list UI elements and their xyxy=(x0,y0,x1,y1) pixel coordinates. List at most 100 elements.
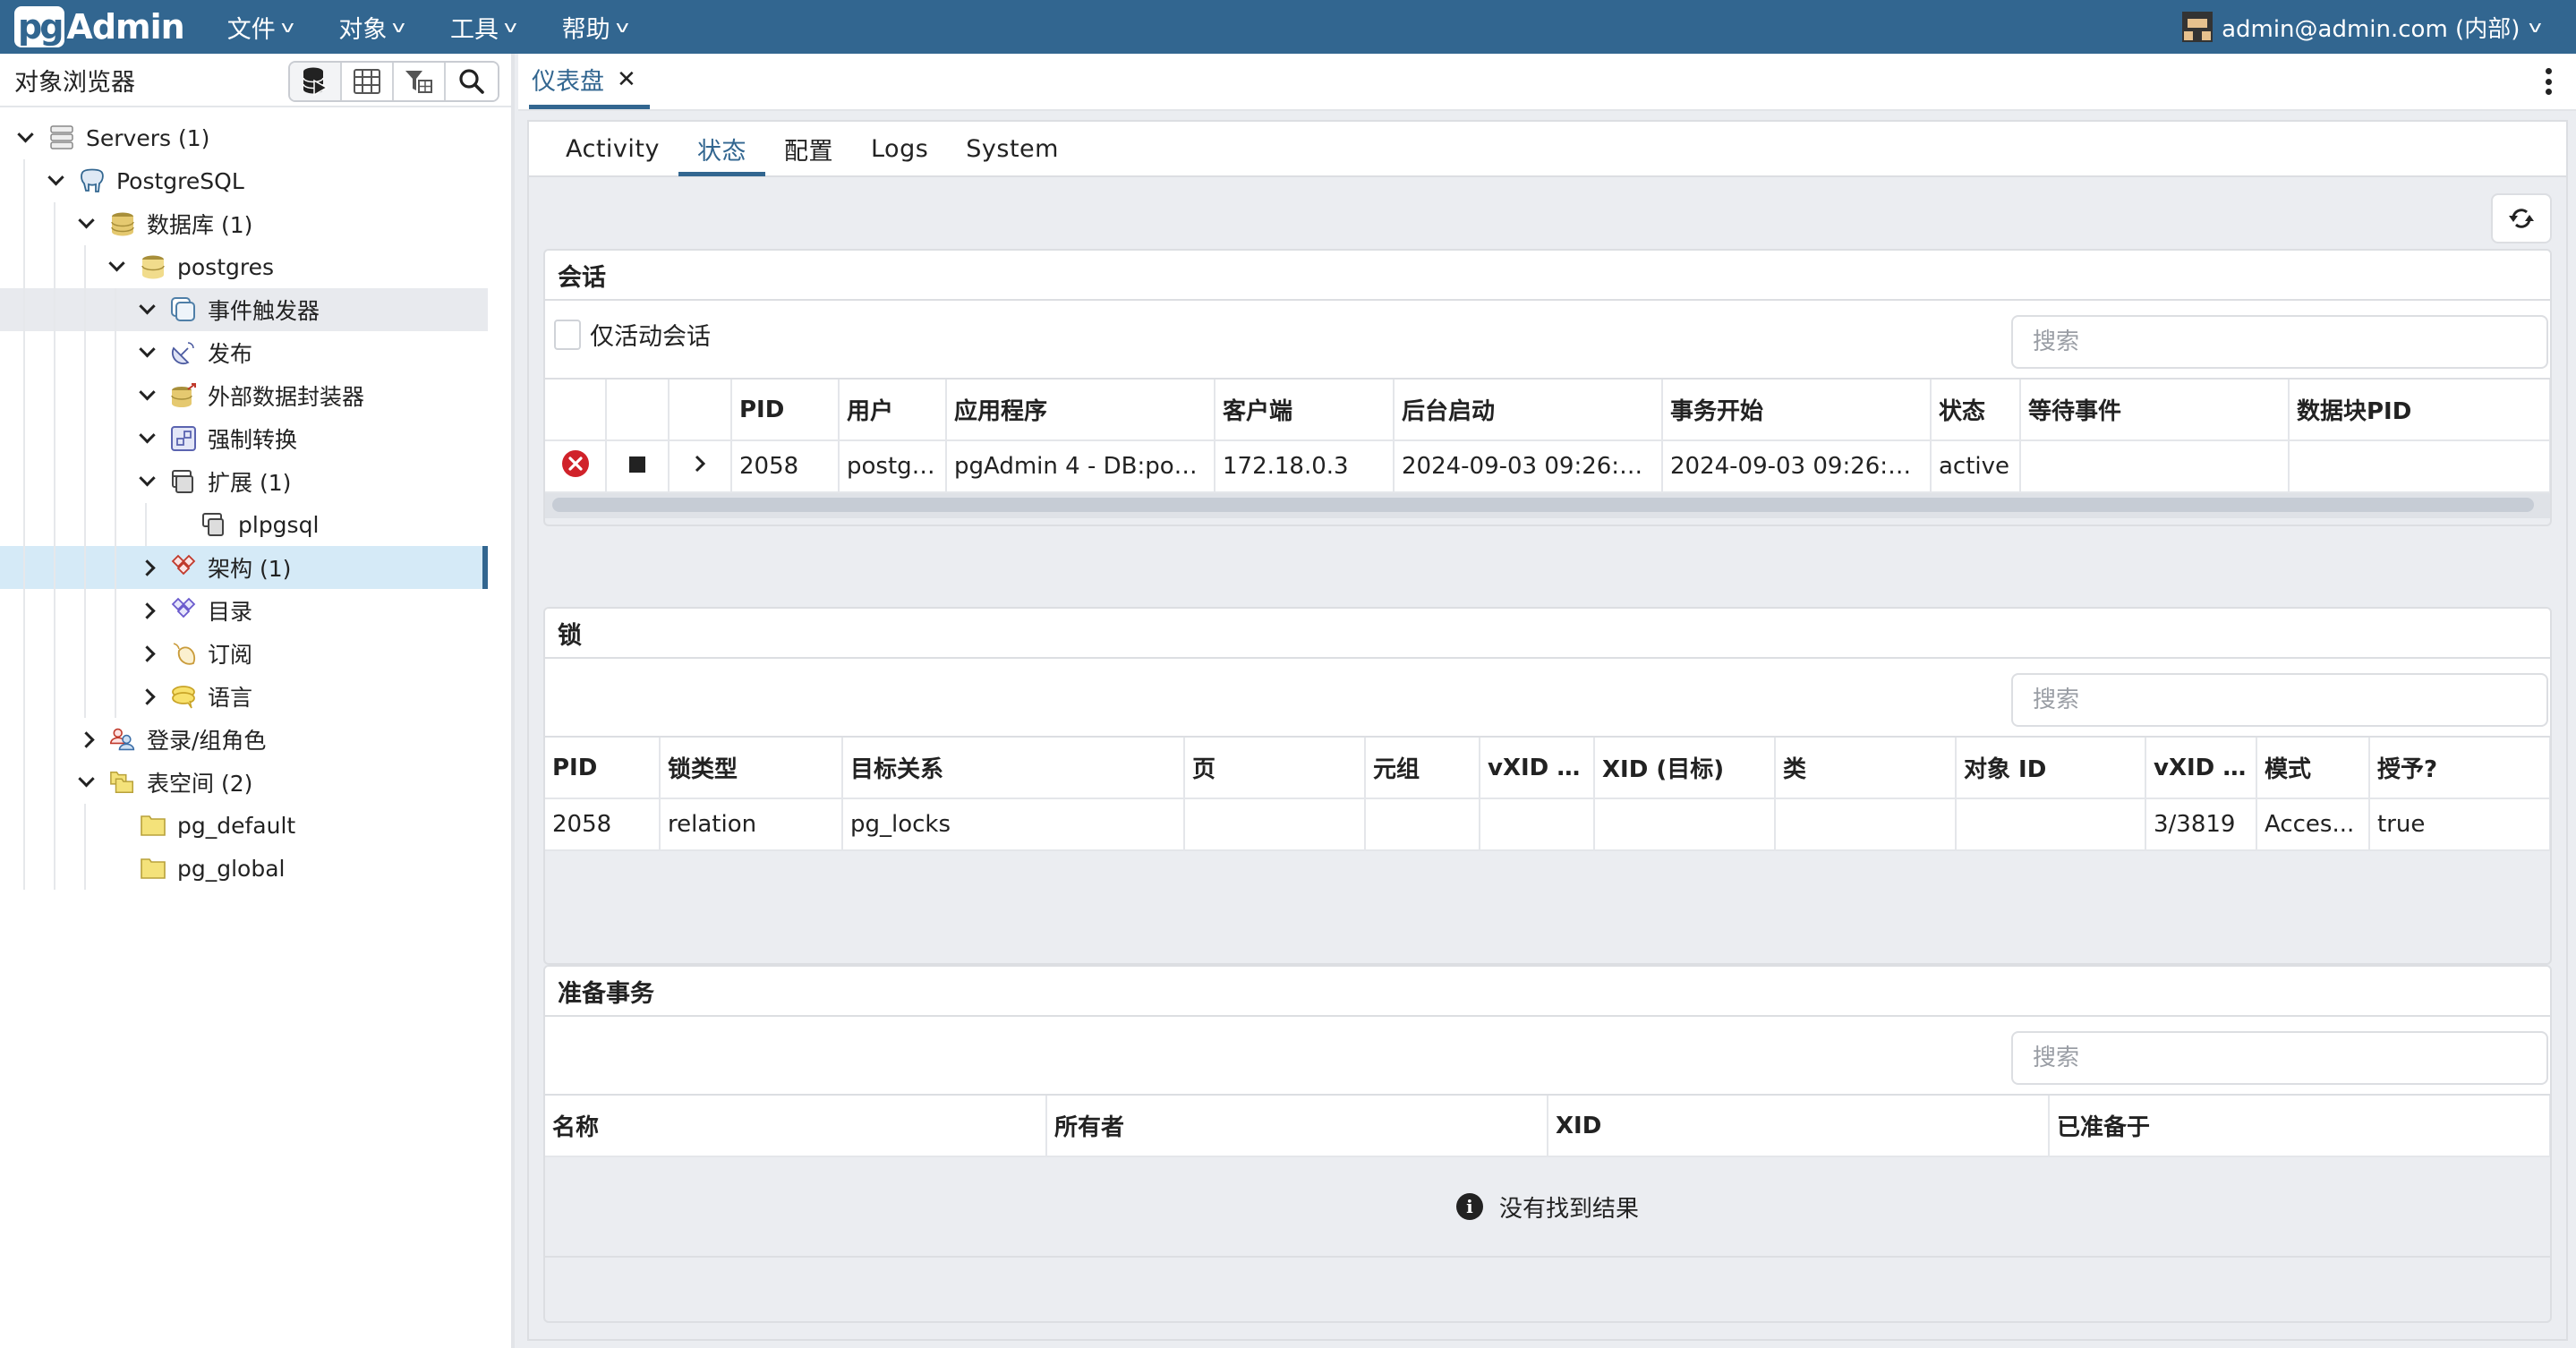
chevron-right-icon[interactable] xyxy=(136,600,158,621)
chevron-down-icon[interactable] xyxy=(106,256,127,277)
tree-item[interactable]: 架构 (1) xyxy=(0,546,488,589)
cancel-query-cell[interactable] xyxy=(606,440,670,493)
chevron-down-icon[interactable] xyxy=(45,170,66,192)
column-header[interactable]: 类 xyxy=(1775,738,1957,799)
tree-item[interactable]: 外部数据封装器 xyxy=(0,374,488,417)
column-header[interactable]: vXID (... xyxy=(1480,738,1595,799)
column-header[interactable]: 等待事件 xyxy=(2020,380,2290,441)
active-sessions-checkbox[interactable] xyxy=(554,319,581,350)
locks-search-input[interactable] xyxy=(2011,673,2548,727)
tree-item[interactable]: 数据库 (1) xyxy=(0,202,488,245)
terminate-session-icon[interactable] xyxy=(561,449,590,478)
column-header[interactable]: 应用程序 xyxy=(946,380,1215,441)
prepared-search-input[interactable] xyxy=(2011,1031,2548,1085)
tab-dashboard[interactable]: 仪表盘 ✕ xyxy=(529,54,650,109)
chevron-down-icon[interactable] xyxy=(136,385,158,406)
more-options-icon[interactable] xyxy=(2546,68,2553,95)
chevron-down-icon[interactable] xyxy=(136,342,158,363)
column-header[interactable]: XID (目标) xyxy=(1594,738,1776,799)
tree-item[interactable]: pg_default xyxy=(0,804,488,847)
chevron-right-icon[interactable] xyxy=(136,557,158,578)
column-header[interactable]: PID xyxy=(545,738,661,799)
subtab-activity[interactable]: Activity xyxy=(547,122,678,175)
chevron-right-icon[interactable] xyxy=(75,729,97,750)
tree-item[interactable]: 强制转换 xyxy=(0,417,488,460)
sessions-header-row: PID 用户 应用程序 客户端 后台启动 事务开始 状态 等待事件 数据块PID xyxy=(545,380,2550,441)
tree-item[interactable]: 事件触发器 xyxy=(0,288,488,331)
search-objects-button[interactable] xyxy=(446,63,498,100)
view-data-button[interactable] xyxy=(342,63,394,100)
tree-item[interactable]: 语言 xyxy=(0,675,488,718)
column-header[interactable]: 授予? xyxy=(2369,738,2550,799)
tree-item[interactable]: postgres xyxy=(0,245,488,288)
menu-help[interactable]: 帮助 v xyxy=(562,10,629,45)
tree-item[interactable]: 发布 xyxy=(0,331,488,374)
tree-item[interactable]: 目录 xyxy=(0,589,488,632)
column-header[interactable]: 后台启动 xyxy=(1394,380,1663,441)
tablespace-icon xyxy=(140,812,166,839)
tree-item[interactable]: plpgsql xyxy=(0,503,488,546)
terminate-session-cell[interactable] xyxy=(545,440,607,493)
chevron-right-icon[interactable] xyxy=(693,454,707,474)
chevron-down-icon[interactable] xyxy=(75,213,97,235)
tree-item[interactable]: 表空间 (2) xyxy=(0,761,488,804)
tree-guide-line xyxy=(54,374,55,417)
subtab-config[interactable]: 配置 xyxy=(765,122,852,175)
column-header[interactable]: 状态 xyxy=(1931,380,2021,441)
column-header[interactable] xyxy=(606,380,670,441)
column-header[interactable]: 模式 xyxy=(2256,738,2370,799)
column-header[interactable]: 锁类型 xyxy=(660,738,843,799)
menu-object[interactable]: 对象 v xyxy=(338,10,405,45)
sessions-horizontal-scrollbar[interactable] xyxy=(545,493,2550,518)
query-tool-button[interactable] xyxy=(290,63,342,100)
tree-item[interactable]: PostgreSQL xyxy=(0,159,488,202)
column-header[interactable]: 已准备于 xyxy=(2049,1096,2550,1157)
chevron-right-icon[interactable] xyxy=(136,686,158,707)
refresh-button[interactable] xyxy=(2491,193,2552,243)
scrollbar-thumb[interactable] xyxy=(552,498,2534,512)
menu-file[interactable]: 文件 v xyxy=(227,10,294,45)
filtered-rows-button[interactable] xyxy=(394,63,446,100)
chevron-right-icon[interactable] xyxy=(136,643,158,664)
column-header[interactable]: 客户端 xyxy=(1215,380,1395,441)
column-header[interactable]: PID xyxy=(731,380,840,441)
tree-guide-line xyxy=(23,331,25,374)
tree-item[interactable]: 订阅 xyxy=(0,632,488,675)
column-header[interactable]: 页 xyxy=(1184,738,1366,799)
user-menu[interactable]: admin@admin.com (内部) v xyxy=(2182,0,2542,54)
tree-item[interactable]: pg_global xyxy=(0,847,488,890)
chevron-down-icon[interactable] xyxy=(136,471,158,492)
column-header[interactable]: 数据块PID xyxy=(2289,380,2550,441)
tree-guide-line xyxy=(84,374,86,417)
tree-guide-line xyxy=(23,589,25,632)
column-header[interactable]: 元组 xyxy=(1365,738,1480,799)
tree-item[interactable]: 扩展 (1) xyxy=(0,460,488,503)
column-header[interactable]: 对象 ID xyxy=(1956,738,2146,799)
column-header[interactable]: 名称 xyxy=(545,1096,1047,1157)
column-header[interactable]: vXID (... xyxy=(2145,738,2257,799)
chevron-down-icon[interactable] xyxy=(136,428,158,449)
menu-tools[interactable]: 工具 v xyxy=(450,10,517,45)
column-header[interactable]: 所有者 xyxy=(1046,1096,1548,1157)
column-header[interactable]: 目标关系 xyxy=(842,738,1185,799)
expand-row-cell[interactable] xyxy=(669,440,732,493)
close-icon[interactable]: ✕ xyxy=(617,66,636,93)
column-header[interactable] xyxy=(669,380,732,441)
subtab-logs[interactable]: Logs xyxy=(852,122,947,175)
tree-item[interactable]: Servers (1) xyxy=(0,116,488,159)
column-header[interactable]: 事务开始 xyxy=(1662,380,1932,441)
chevron-down-icon[interactable] xyxy=(75,772,97,793)
column-header[interactable]: 用户 xyxy=(839,380,947,441)
subtab-state[interactable]: 状态 xyxy=(678,122,765,176)
column-header[interactable] xyxy=(545,380,607,441)
tablespace-icon xyxy=(140,855,166,882)
chevron-down-icon[interactable] xyxy=(14,127,36,149)
subtab-system[interactable]: System xyxy=(947,122,1078,175)
tree-item[interactable]: 登录/组角色 xyxy=(0,718,488,761)
active-sessions-only[interactable]: 仅活动会话 xyxy=(554,317,711,352)
cast-icon xyxy=(170,425,197,452)
chevron-down-icon[interactable] xyxy=(136,299,158,320)
column-header[interactable]: XID xyxy=(1548,1096,2050,1157)
sessions-search-input[interactable] xyxy=(2011,315,2548,369)
stop-icon[interactable] xyxy=(628,456,646,474)
